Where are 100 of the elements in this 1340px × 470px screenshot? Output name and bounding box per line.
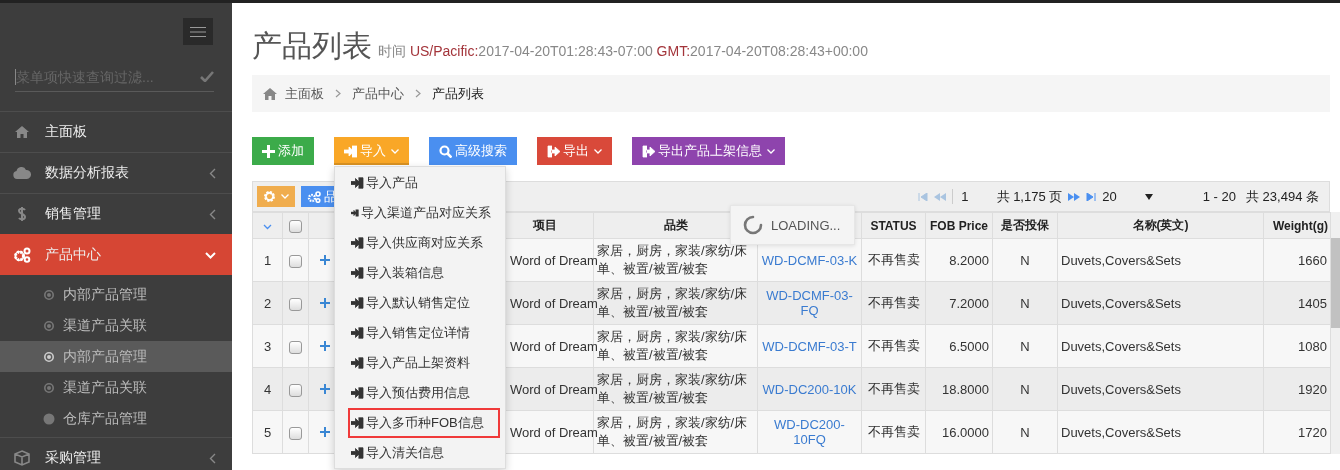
radio-icon xyxy=(43,319,55,332)
sign-in-icon xyxy=(351,177,364,189)
table-cell: 家居，厨房，家装/家纺/床单、被置/被置/被套 xyxy=(597,243,748,276)
menu-item[interactable]: 导入多币种FOB信息 xyxy=(348,408,500,438)
menu-item[interactable]: 导入产品上架资料 xyxy=(335,348,493,378)
table-cell: 7.2000 xyxy=(949,295,989,311)
cloud-icon xyxy=(13,167,31,179)
sign-in-icon xyxy=(351,417,364,429)
scrollbar-thumb[interactable] xyxy=(1331,238,1340,328)
table-cell: 1920 xyxy=(1298,381,1327,397)
column-header: 项目 xyxy=(532,218,557,232)
table-cell: 不再售卖 xyxy=(867,338,920,353)
loading-indicator: LOADING... xyxy=(730,205,855,245)
home-icon xyxy=(13,126,31,138)
page-title: 产品列表 xyxy=(252,28,372,64)
table-cell: N xyxy=(1020,338,1030,354)
sign-in-icon xyxy=(344,144,357,158)
column-header: STATUS xyxy=(870,218,917,233)
column-header: 是否投保 xyxy=(1001,218,1049,232)
breadcrumb-link[interactable]: 主面板 xyxy=(285,84,324,103)
checkbox[interactable] xyxy=(289,426,302,440)
sidebar-item[interactable]: 数据分析报表 xyxy=(0,152,232,193)
sidebar-subitem[interactable]: 仓库产品管理 xyxy=(0,403,232,434)
table-cell: 18.8000 xyxy=(942,381,989,397)
table-cell: 1080 xyxy=(1298,338,1327,354)
menu-item[interactable]: 导入默认销售定位 xyxy=(335,288,493,318)
sign-in-icon xyxy=(351,207,359,219)
sign-in-icon xyxy=(351,387,364,399)
table-cell: Duvets,Covers&Sets xyxy=(1061,381,1181,397)
page-size-select[interactable]: 20 xyxy=(1102,189,1153,204)
record-total: 共 23,494 条 xyxy=(1246,187,1319,206)
first-page-icon xyxy=(918,192,929,201)
table-cell: 不再售卖 xyxy=(867,381,920,396)
table-cell: 不再售卖 xyxy=(867,295,920,310)
sidebar-subitem[interactable]: 内部产品管理 xyxy=(0,341,232,372)
chevron-right-icon xyxy=(335,89,341,98)
plus-icon xyxy=(319,297,330,308)
plus-icon xyxy=(319,340,330,351)
table-cell: Duvets,Covers&Sets xyxy=(1061,252,1181,268)
spinner-icon xyxy=(743,215,763,235)
menu-item[interactable]: 导入销售定位详情 xyxy=(335,318,493,348)
sign-in-icon xyxy=(351,267,364,279)
sign-out-icon xyxy=(642,144,655,158)
table-cell: Word of Dream xyxy=(510,424,598,440)
caret-icon xyxy=(263,223,272,230)
sidebar-subitem[interactable]: 内部产品管理 xyxy=(0,279,232,310)
sidebar-item[interactable]: 采购管理 xyxy=(0,437,232,470)
radio-icon xyxy=(43,350,55,363)
table-cell: Duvets,Covers&Sets xyxy=(1061,295,1181,311)
column-header: Weight(g) xyxy=(1272,218,1328,233)
checkbox[interactable] xyxy=(289,297,302,311)
sign-in-icon xyxy=(351,357,364,369)
table-cell: Word of Dream xyxy=(510,338,598,354)
caret-icon xyxy=(281,194,289,199)
table-cell: Duvets,Covers&Sets xyxy=(1061,338,1181,354)
plus-icon xyxy=(262,144,275,158)
dropdown-triangle-icon xyxy=(1144,193,1153,200)
gears-icon xyxy=(307,190,321,203)
chevron-right-icon xyxy=(415,89,421,98)
menu-item[interactable]: 导入清关信息 xyxy=(335,438,493,468)
search-icon xyxy=(439,144,452,158)
sign-in-icon xyxy=(351,447,364,459)
table-cell: 家居，厨房，家装/家纺/床单、被置/被置/被套 xyxy=(597,286,748,319)
row-number: 3 xyxy=(252,324,283,368)
checkbox[interactable] xyxy=(289,340,302,354)
sign-in-icon xyxy=(351,327,364,339)
sidebar-item[interactable]: 产品中心 xyxy=(0,234,232,275)
table-cell: N xyxy=(1020,252,1030,268)
sidebar-subitem[interactable]: 渠道产品关联 xyxy=(0,372,232,403)
checkbox[interactable] xyxy=(289,219,302,233)
table-cell: N xyxy=(1020,381,1030,397)
menu-icon xyxy=(190,25,206,38)
box-icon xyxy=(13,450,31,466)
table-cell: 不再售卖 xyxy=(867,252,920,267)
breadcrumb-link[interactable]: 产品中心 xyxy=(352,84,404,103)
last-page-icon xyxy=(1086,192,1097,201)
dot-icon xyxy=(43,412,55,425)
caret-icon xyxy=(594,148,602,154)
checkbox[interactable] xyxy=(289,383,302,397)
menu-button[interactable] xyxy=(183,18,213,45)
sidebar-subitem[interactable]: 渠道产品关联 xyxy=(0,310,232,341)
menu-item[interactable]: 导入供应商对应关系 xyxy=(335,228,493,258)
gears-icon xyxy=(13,247,31,263)
export-button[interactable]: 导出 xyxy=(537,137,612,165)
table-cell: 家居，厨房，家装/家纺/床单、被置/被置/被套 xyxy=(597,329,748,362)
caret-icon xyxy=(391,148,399,154)
sidebar-item[interactable]: 主面板 xyxy=(0,111,232,152)
menu-item[interactable]: 导入装箱信息 xyxy=(335,258,493,288)
page-count: 共 1,175 页 xyxy=(996,187,1063,206)
checkbox[interactable] xyxy=(289,254,302,268)
menu-item[interactable]: 导入预估费用信息 xyxy=(335,378,493,408)
table-cell: Word of Dream xyxy=(510,295,598,311)
table-cell: 1405 xyxy=(1298,295,1327,311)
table-cell: 家居，厨房，家装/家纺/床单、被置/被置/被套 xyxy=(597,372,748,405)
row-number: 1 xyxy=(252,238,283,282)
sign-out-icon xyxy=(547,144,560,158)
settings-button[interactable] xyxy=(257,186,295,207)
export-button[interactable]: 导出产品上架信息 xyxy=(632,137,785,165)
page-number-field[interactable]: 1 xyxy=(952,189,991,204)
table-cell: 8.2000 xyxy=(949,252,989,268)
